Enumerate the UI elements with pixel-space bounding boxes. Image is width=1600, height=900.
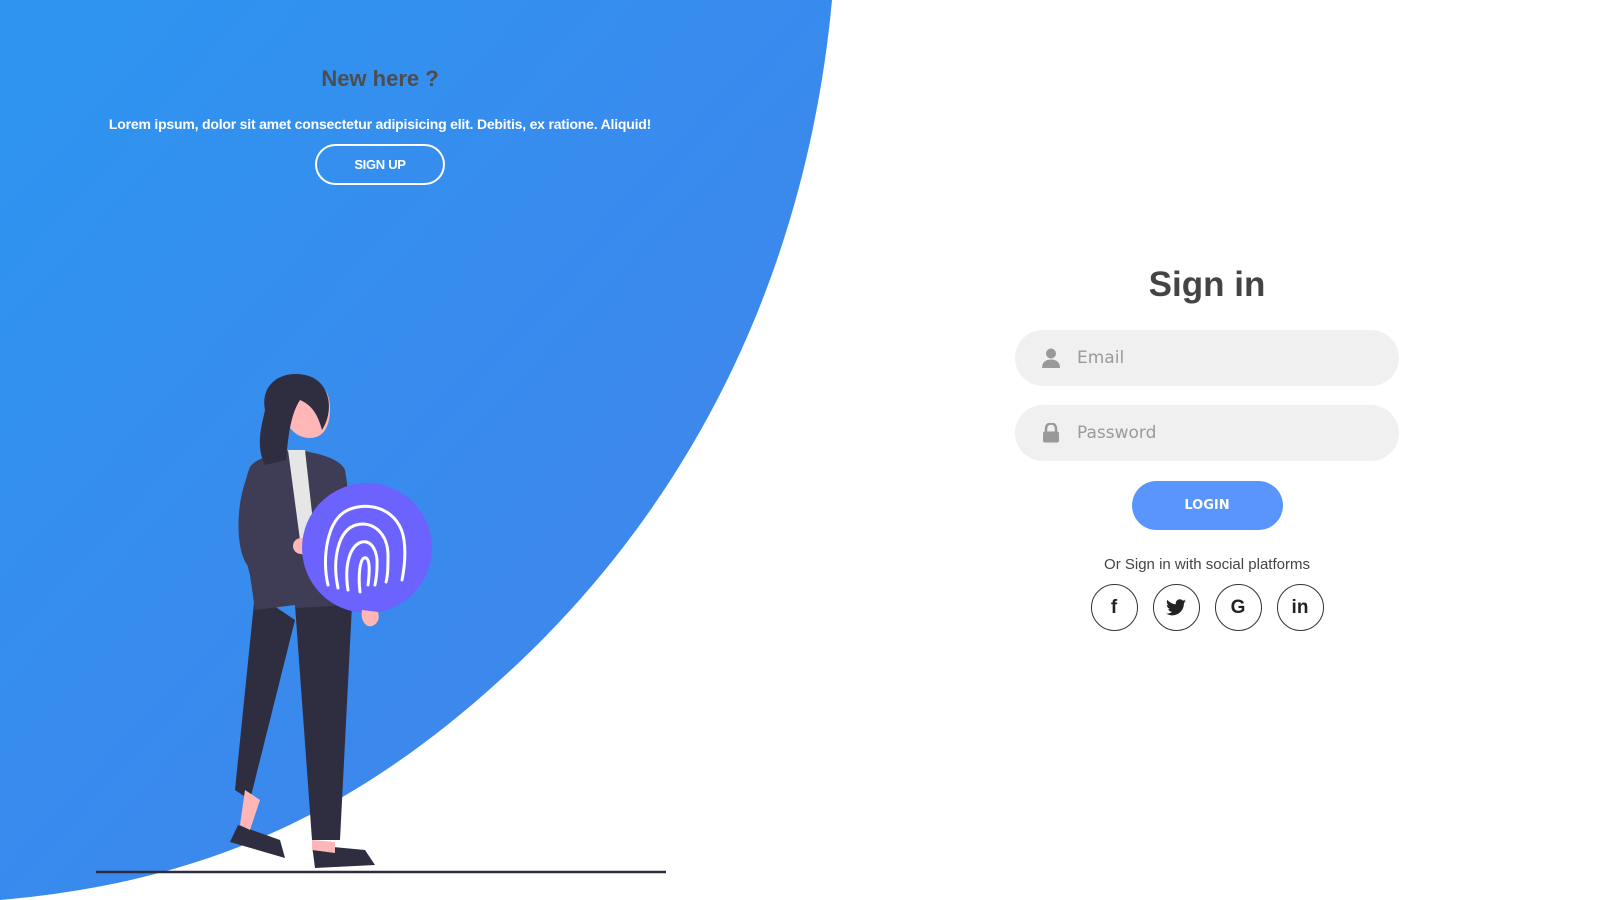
password-input[interactable] [1066,405,1399,461]
linkedin-glyph: in [1291,597,1309,618]
google-icon[interactable]: G [1214,584,1262,631]
login-page: New here ? Lorem ipsum, dolor sit amet c… [0,0,1600,900]
left-panel-title: New here ? [321,66,439,91]
sign-in-title: Sign in [1148,265,1266,304]
user-icon [1036,348,1066,368]
facebook-glyph: f [1110,597,1118,618]
sign-up-button[interactable]: SIGN UP [315,144,445,185]
linkedin-icon[interactable]: in [1276,584,1324,631]
google-glyph: G [1230,597,1246,618]
facebook-icon[interactable]: f [1090,584,1138,631]
sign-in-form: Sign in LOGIN Or Sign in with social pla… [1015,260,1399,631]
twitter-bird-glyph [1166,599,1186,616]
social-icons-row: f G in [1015,584,1399,631]
login-button[interactable]: LOGIN [1131,481,1283,530]
email-field[interactable] [1015,330,1399,386]
social-platforms-text: Or Sign in with social platforms [1104,556,1310,573]
lock-icon [1036,423,1066,443]
left-panel-text: Lorem ipsum, dolor sit amet consectetur … [108,116,652,132]
left-panel: New here ? Lorem ipsum, dolor sit amet c… [60,62,700,185]
email-input[interactable] [1066,330,1399,386]
password-field[interactable] [1015,405,1399,461]
twitter-icon[interactable] [1152,584,1200,631]
woman-fingerprint-illustration [96,374,666,874]
